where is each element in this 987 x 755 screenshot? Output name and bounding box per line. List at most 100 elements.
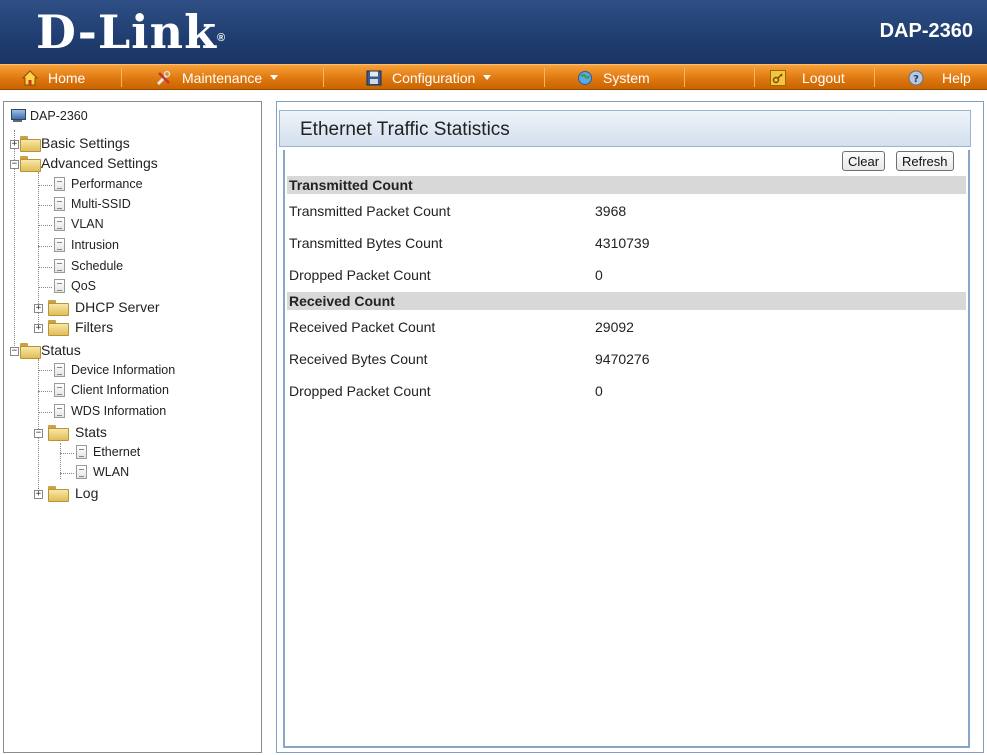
tree-performance[interactable]: Performance [54,177,143,191]
menu-system-label: System [603,69,650,86]
chevron-down-icon [270,75,279,80]
transmitted-count-header: Transmitted Count [287,176,966,194]
folder-icon [20,136,41,152]
tree-qos[interactable]: QoS [54,279,96,293]
tree-advanced-settings[interactable]: Advanced Settings [20,155,158,172]
menu-home[interactable]: Home [21,65,86,90]
panel-body: Clear Refresh Transmitted Count Transmit… [283,150,970,748]
tree-log-label: Log [75,485,99,501]
menu-system[interactable]: System [577,65,650,90]
menu-logout-label: Logout [802,69,845,86]
tree-advanced-settings-label: Advanced Settings [41,155,158,171]
tree-dhcp-server-label: DHCP Server [75,299,160,315]
tree-basic-settings[interactable]: Basic Settings [20,135,130,152]
menu-bar: Home Maintenance Configuration System Lo… [0,64,987,90]
page-icon [54,238,65,252]
tree-performance-label: Performance [71,177,143,191]
received-dropped-count-value: 0 [595,383,603,399]
tree-stats[interactable]: Stats [48,424,107,441]
tree-client-information-label: Client Information [71,383,169,397]
tree-wds-information-label: WDS Information [71,404,167,418]
collapse-icon[interactable]: − [34,429,43,438]
transmitted-bytes-count-value: 4310739 [595,235,650,251]
menu-logout[interactable]: Logout [770,65,845,90]
tree-ethernet[interactable]: Ethernet [76,445,140,459]
model-name: DAP-2360 [879,20,973,42]
expand-icon[interactable]: + [10,140,19,149]
dlink-logo: D-Link® [36,5,227,59]
tree-qos-label: QoS [71,279,97,293]
header-bar: D-Link® DAP-2360 [0,0,987,64]
tree-wlan[interactable]: WLAN [76,465,129,479]
received-dropped-count-label: Dropped Packet Count [289,383,431,399]
folder-icon [48,320,69,336]
collapse-icon[interactable]: − [10,160,19,169]
tree-device-information-label: Device Information [71,363,176,377]
menu-configuration[interactable]: Configuration [366,65,492,90]
tree-filters[interactable]: Filters [48,319,114,336]
computer-icon [10,108,26,124]
refresh-button[interactable]: Refresh [896,151,954,171]
tree-dhcp-server[interactable]: DHCP Server [48,299,160,316]
home-icon [21,69,39,86]
page-icon [54,259,65,273]
chevron-down-icon [483,75,492,80]
key-icon [770,69,786,86]
clear-button[interactable]: Clear [842,151,886,171]
expand-icon[interactable]: + [34,324,43,333]
folder-open-icon [20,156,41,172]
transmitted-bytes-count-label: Transmitted Bytes Count [289,235,443,251]
page-icon [76,445,87,459]
page-icon [54,197,65,211]
page-icon [54,279,65,293]
page-icon [54,217,65,231]
received-bytes-count-label: Received Bytes Count [289,351,428,367]
menu-maintenance-label: Maintenance [182,69,263,86]
transmitted-dropped-count-value: 0 [595,267,603,283]
received-packet-count-value: 29092 [595,319,634,335]
page-icon [54,363,65,377]
menu-help[interactable]: ? Help [908,65,971,90]
received-count-header: Received Count [287,292,966,310]
help-icon: ? [908,70,924,86]
tree-multi-ssid[interactable]: Multi-SSID [54,197,131,211]
tree-wds-information[interactable]: WDS Information [54,404,166,418]
tree-root-dap-2360[interactable]: DAP-2360 [10,108,88,124]
tree-status[interactable]: Status [20,342,81,359]
page-icon [54,404,65,418]
expand-icon[interactable]: + [34,304,43,313]
tree-status-label: Status [41,342,81,358]
tree-intrusion[interactable]: Intrusion [54,238,119,252]
transmitted-packet-count-label: Transmitted Packet Count [289,203,451,219]
folder-open-icon [48,425,69,441]
tree-device-information[interactable]: Device Information [54,363,175,377]
expand-icon[interactable]: + [34,490,43,499]
folder-open-icon [20,343,41,359]
tree-intrusion-label: Intrusion [71,238,119,252]
tree-ethernet-label: Ethernet [93,445,141,459]
page-icon [54,177,65,191]
menu-configuration-label: Configuration [392,69,476,86]
received-packet-count-label: Received Packet Count [289,319,436,335]
tools-icon [156,70,172,86]
tree-root-label: DAP-2360 [30,109,88,123]
menu-help-label: Help [942,69,971,86]
globe-icon [577,70,593,86]
collapse-icon[interactable]: − [10,347,19,356]
tree-vlan[interactable]: VLAN [54,217,104,231]
tree-multi-ssid-label: Multi-SSID [71,197,131,211]
tree-filters-label: Filters [75,319,114,335]
folder-icon [48,300,69,316]
tree-stats-label: Stats [75,424,107,440]
tree-schedule[interactable]: Schedule [54,259,123,273]
tree-log[interactable]: Log [48,485,99,502]
tree-client-information[interactable]: Client Information [54,383,169,397]
folder-icon [48,486,69,502]
tree-schedule-label: Schedule [71,259,124,273]
menu-home-label: Home [48,69,86,86]
menu-maintenance[interactable]: Maintenance [156,65,279,90]
main-panel: Ethernet Traffic Statistics Clear Refres… [276,101,984,753]
save-disk-icon [366,70,382,86]
transmitted-packet-count-value: 3968 [595,203,627,219]
received-bytes-count-value: 9470276 [595,351,650,367]
